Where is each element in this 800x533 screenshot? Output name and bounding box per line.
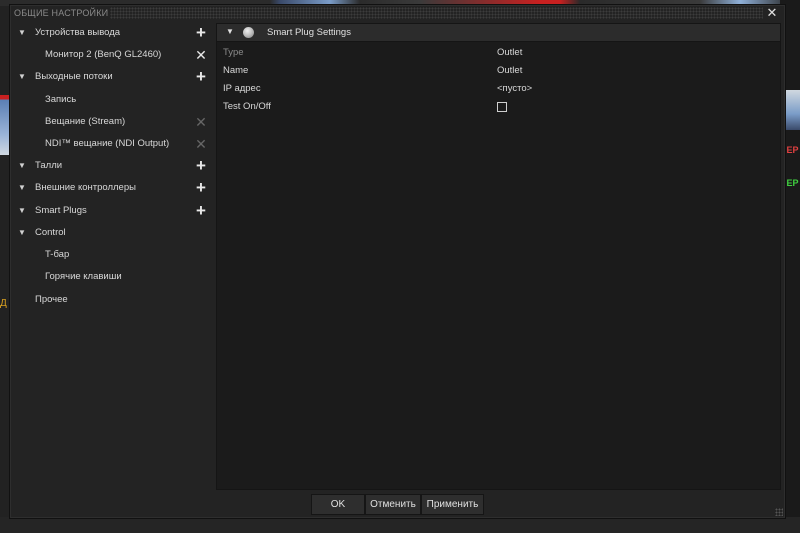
- settings-tree: ▼ Устройства вывода + Монитор 2 (BenQ GL…: [14, 24, 212, 324]
- property-label: Test On/Off: [223, 101, 271, 112]
- tree-item-control[interactable]: ▼ Control: [14, 224, 212, 242]
- tree-item-label: Выходные потоки: [35, 71, 113, 82]
- add-output-stream-icon[interactable]: +: [194, 68, 208, 86]
- add-tally-icon[interactable]: +: [194, 157, 208, 175]
- tree-item-label: Вещание (Stream): [45, 116, 126, 127]
- add-smart-plug-icon[interactable]: +: [194, 202, 208, 220]
- tree-item-output-streams[interactable]: ▼ Выходные потоки +: [14, 68, 212, 86]
- tree-item-label: Control: [35, 227, 66, 238]
- tree-item-output-devices[interactable]: ▼ Устройства вывода +: [14, 24, 212, 42]
- background-label-left: Д: [0, 298, 7, 309]
- tree-item-label: Устройства вывода: [35, 27, 121, 38]
- property-row-type: Type Outlet: [217, 44, 780, 62]
- remove-ndi-output-icon[interactable]: ✕: [194, 135, 208, 153]
- expand-arrow-icon[interactable]: ▼: [18, 202, 26, 220]
- add-output-device-icon[interactable]: +: [194, 24, 208, 42]
- property-row-ip[interactable]: IP адрес <пусто>: [217, 80, 780, 98]
- tree-item-label: Запись: [45, 94, 77, 105]
- tree-item-recording[interactable]: Запись: [14, 91, 212, 109]
- tree-item-t-bar[interactable]: T-бар: [14, 246, 212, 264]
- tree-item-external-controllers[interactable]: ▼ Внешние контроллеры +: [14, 179, 212, 197]
- panel-header[interactable]: ▼ Smart Plug Settings: [217, 24, 780, 42]
- dialog-title: ОБЩИЕ НАСТРОЙКИ: [14, 8, 109, 18]
- tree-item-tally[interactable]: ▼ Талли +: [14, 157, 212, 175]
- ok-button[interactable]: OK: [311, 494, 365, 515]
- name-field[interactable]: Outlet: [497, 62, 522, 80]
- expand-arrow-icon[interactable]: ▼: [18, 68, 26, 86]
- panel-title: Smart Plug Settings: [267, 27, 351, 38]
- property-label: Name: [223, 65, 249, 76]
- tree-item-label: T-бар: [45, 249, 70, 260]
- property-row-name[interactable]: Name Outlet: [217, 62, 780, 80]
- tree-item-label: Монитор 2 (BenQ GL2460): [45, 49, 162, 60]
- cancel-button[interactable]: Отменить: [365, 494, 421, 515]
- property-label: Type: [223, 47, 244, 58]
- property-label: IP адрес: [223, 83, 261, 94]
- close-icon[interactable]: ✕: [765, 6, 779, 20]
- smart-plug-settings-panel: ▼ Smart Plug Settings Type Outlet Name O…: [216, 23, 781, 490]
- tree-item-monitor-2[interactable]: Монитор 2 (BenQ GL2460) ✕: [14, 46, 212, 64]
- expand-arrow-icon[interactable]: ▼: [18, 224, 26, 242]
- ip-address-field[interactable]: <пусто>: [497, 80, 532, 98]
- add-controller-icon[interactable]: +: [194, 179, 208, 197]
- remove-monitor-icon[interactable]: ✕: [194, 46, 208, 64]
- expand-arrow-icon[interactable]: ▼: [18, 179, 26, 197]
- tree-item-stream[interactable]: Вещание (Stream) ✕: [14, 113, 212, 131]
- expand-arrow-icon[interactable]: ▼: [18, 24, 26, 42]
- remove-stream-icon[interactable]: ✕: [194, 113, 208, 131]
- background-bottom-bar: [0, 517, 800, 533]
- tree-item-label: Талли: [35, 160, 63, 171]
- tree-item-label: Горячие клавиши: [45, 271, 122, 282]
- tree-item-other[interactable]: Прочее: [14, 291, 212, 309]
- property-row-test[interactable]: Test On/Off: [217, 98, 780, 116]
- tree-item-label: Прочее: [35, 294, 68, 305]
- general-settings-dialog: ОБЩИЕ НАСТРОЙКИ ✕ ▼ Устройства вывода + …: [9, 4, 786, 519]
- plug-disc-icon: [243, 27, 254, 38]
- tree-item-label: Внешние контроллеры: [35, 182, 136, 193]
- property-value: Outlet: [497, 47, 523, 58]
- tree-item-hotkeys[interactable]: Горячие клавиши: [14, 268, 212, 286]
- tree-item-smart-plugs[interactable]: ▼ Smart Plugs +: [14, 202, 212, 220]
- resize-grip-icon[interactable]: [775, 508, 783, 516]
- collapse-arrow-icon[interactable]: ▼: [226, 27, 234, 36]
- tree-item-label: NDI™ вещание (NDI Output): [45, 138, 170, 149]
- dialog-titlebar[interactable]: ОБЩИЕ НАСТРОЙКИ ✕: [10, 5, 785, 21]
- expand-arrow-icon[interactable]: ▼: [18, 157, 26, 175]
- tree-item-ndi-output[interactable]: NDI™ вещание (NDI Output) ✕: [14, 135, 212, 153]
- background-thumbnail-left: [0, 95, 9, 155]
- tree-item-label: Smart Plugs: [35, 205, 87, 216]
- test-on-off-checkbox[interactable]: [497, 102, 507, 112]
- apply-button[interactable]: Применить: [421, 494, 484, 515]
